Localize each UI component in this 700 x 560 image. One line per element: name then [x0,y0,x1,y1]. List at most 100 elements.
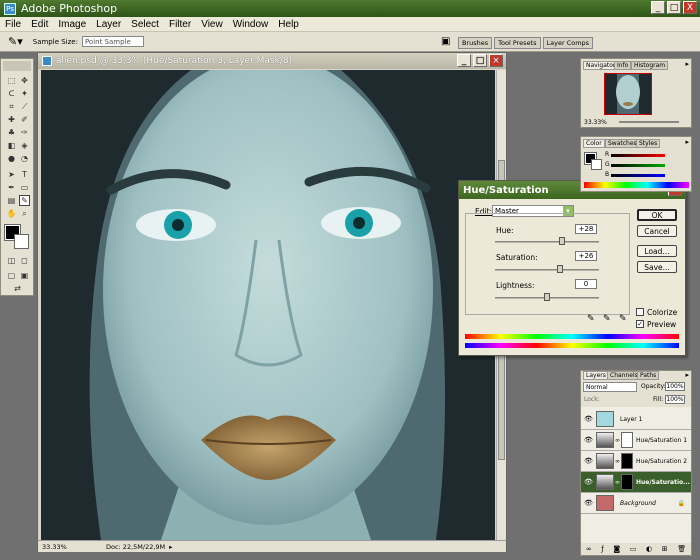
eye-icon[interactable]: 👁 [584,499,593,507]
menu-help[interactable]: Help [273,19,304,30]
menu-layer[interactable]: Layer [91,19,126,30]
hue-input[interactable]: +28 [575,224,597,234]
path-selection-tool-icon[interactable]: ➤ [6,169,17,180]
magic-wand-tool-icon[interactable]: ✦ [19,88,30,99]
new-adjustment-icon[interactable]: ◐ [646,545,652,555]
menu-select[interactable]: Select [126,19,164,30]
jump-to-imageready-icon[interactable]: ⇄ [12,283,23,294]
new-group-icon[interactable]: ▭ [630,545,637,555]
menu-image[interactable]: Image [53,19,91,30]
eye-icon[interactable]: 👁 [584,415,593,423]
zoom-tool-icon[interactable]: ⌕ [19,208,30,219]
crop-tool-icon[interactable]: ⌗ [6,101,17,112]
navigator-zoom-slider[interactable] [619,121,679,123]
cancel-button[interactable]: Cancel [637,225,677,237]
move-tool-icon[interactable]: ✥ [19,75,30,86]
layer-row-selected[interactable]: 👁 ∞ Hue/Saturatio... [581,472,691,493]
new-layer-icon[interactable]: ⊞ [662,545,668,555]
layers-panel-menu-icon[interactable]: ▸ [685,371,689,379]
lasso-tool-icon[interactable]: ᑕ [6,88,17,99]
notes-tool-icon[interactable]: ▤ [6,195,17,206]
healing-brush-tool-icon[interactable]: ✚ [6,114,17,125]
full-screen-mode-icon[interactable]: ▣ [19,270,30,281]
saturation-slider-track[interactable] [495,269,599,271]
doc-close-button[interactable]: × [489,54,503,67]
eraser-tool-icon[interactable]: ◧ [6,140,17,151]
menu-file[interactable]: File [0,19,26,30]
color-panel-menu-icon[interactable]: ▸ [685,138,689,146]
tab-layers[interactable]: Layers [583,371,609,380]
eyedropper-tool-icon[interactable]: ✎ [19,195,30,206]
channel-b-slider[interactable] [611,174,665,177]
eyedropper-icon[interactable]: ✎ [587,314,595,324]
eye-icon[interactable]: 👁 [584,436,593,444]
tab-histogram[interactable]: Histogram [631,61,669,70]
delete-layer-icon[interactable]: 🗑 [677,545,686,555]
brush-tool-icon[interactable]: ✐ [19,114,30,125]
tab-channels[interactable]: Channels [607,371,641,380]
channel-g-slider[interactable] [611,164,665,167]
layer-row[interactable]: 👁 Background 🔒 [581,493,691,514]
type-tool-icon[interactable]: T [19,169,30,180]
tab-info[interactable]: Info [614,61,632,70]
hue-slider-track[interactable] [495,241,599,243]
color-bg-swatch[interactable] [591,159,602,170]
menu-window[interactable]: Window [228,19,274,30]
colorize-checkbox[interactable] [636,308,644,316]
sample-size-select[interactable]: Point Sample [81,36,144,47]
paint-bucket-tool-icon[interactable]: ◈ [19,140,30,151]
slice-tool-icon[interactable]: ⟋ [19,101,30,112]
eye-icon[interactable]: 👁 [584,457,593,465]
clone-stamp-tool-icon[interactable]: ♣ [6,127,17,138]
tab-color[interactable]: Color [583,139,605,148]
minimize-button[interactable]: _ [651,1,665,14]
dodge-tool-icon[interactable]: ◔ [19,153,30,164]
menu-filter[interactable]: Filter [164,19,196,30]
zoom-readout[interactable]: 33.33% [42,543,72,551]
layer-style-icon[interactable]: ƒ [601,545,603,555]
menu-edit[interactable]: Edit [26,19,53,30]
status-arrow-icon[interactable]: ▸ [169,543,172,551]
color-ramp[interactable] [584,182,689,188]
link-layers-icon[interactable]: ∞ [586,545,592,555]
blend-mode-select[interactable]: Normal [583,382,637,392]
tab-styles[interactable]: Styles [636,139,661,148]
blur-tool-icon[interactable]: ● [6,153,17,164]
marquee-tool-icon[interactable]: ⬚ [6,75,17,86]
opacity-input[interactable]: 100% [665,382,685,391]
lightness-slider-thumb[interactable] [544,293,550,301]
close-button[interactable]: X [683,1,697,14]
tab-swatches[interactable]: Swatches [605,139,640,148]
dock-tab-tool-presets[interactable]: Tool Presets [494,37,541,49]
menu-view[interactable]: View [196,19,228,30]
add-mask-icon[interactable]: ◙ [613,545,620,555]
maximize-button[interactable]: □ [667,1,681,14]
eyedropper-minus-icon[interactable]: ✎ [619,314,627,324]
navigator-thumbnail[interactable] [604,73,652,115]
navigator-zoom[interactable]: 33.33% [584,119,607,126]
dock-tab-brushes[interactable]: Brushes [458,37,493,49]
layer-row[interactable]: 👁 ∞ Hue/Saturation 1 [581,430,691,451]
document-title-bar[interactable]: alien.psd @ 33,3% (Hue/Saturation 3, Lay… [38,53,506,69]
layer-row[interactable]: 👁 ∞ Hue/Saturation 2 [581,451,691,472]
screen-mode-icon[interactable]: ▢ [6,270,17,281]
pen-tool-icon[interactable]: ✒ [6,182,17,193]
load-button[interactable]: Load... [637,245,677,257]
panel-menu-icon[interactable]: ▸ [685,60,689,68]
saturation-slider-thumb[interactable] [557,265,563,273]
doc-minimize-button[interactable]: _ [457,54,471,67]
palette-well-icon[interactable]: ▣ [441,36,450,47]
layer-row[interactable]: 👁 Layer 1 [581,409,691,430]
saturation-input[interactable]: +26 [575,251,597,261]
hue-slider-thumb[interactable] [559,237,565,245]
lightness-input[interactable]: 0 [575,279,597,289]
hand-tool-icon[interactable]: ✋ [6,208,17,219]
history-brush-tool-icon[interactable]: ✑ [19,127,30,138]
channel-r-slider[interactable] [611,154,665,157]
eyedropper-tool-preset-icon[interactable]: ✎▾ [8,35,23,48]
dock-tab-layer-comps[interactable]: Layer Comps [542,37,594,49]
image-canvas[interactable] [41,70,495,540]
tab-paths[interactable]: Paths [637,371,660,380]
preview-checkbox[interactable]: ✓ [636,320,644,328]
eyedropper-plus-icon[interactable]: ✎ [603,314,611,324]
